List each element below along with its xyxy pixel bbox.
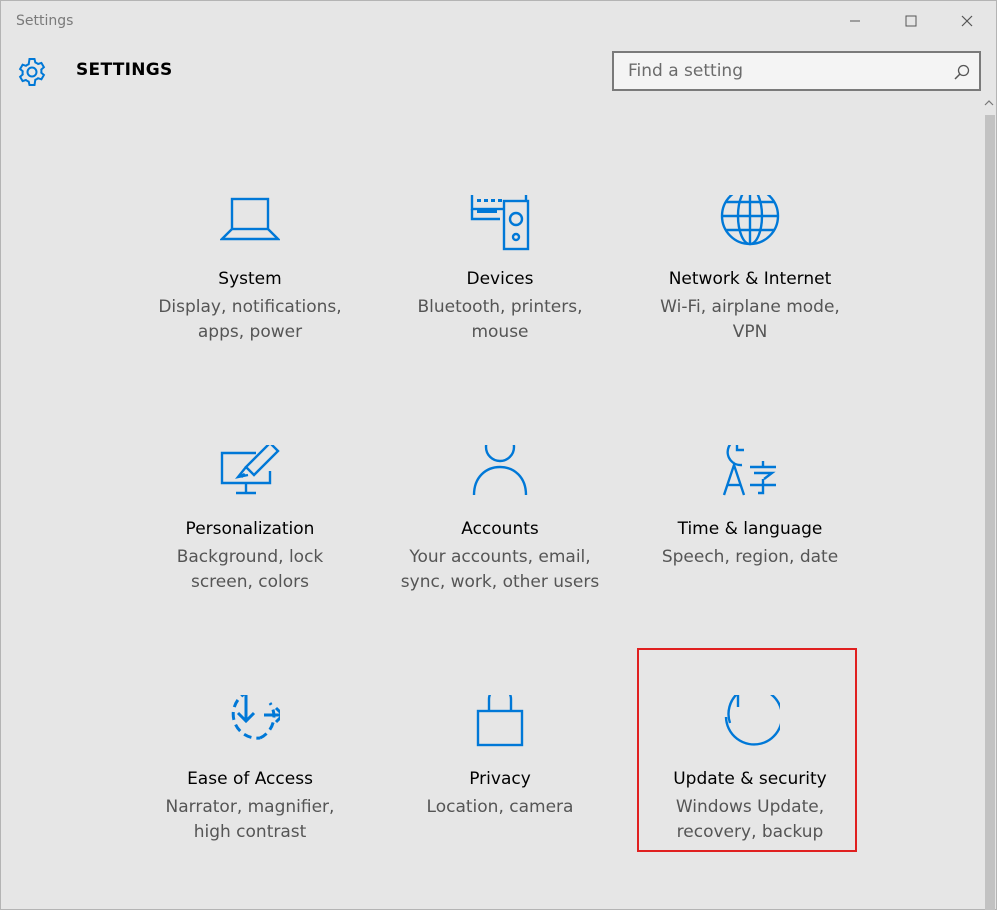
tile-label: Update & security	[673, 769, 827, 789]
refresh-icon	[724, 695, 780, 746]
minimize-button[interactable]	[827, 1, 883, 41]
tile-label: Time & language	[677, 519, 823, 539]
tile-update-security[interactable]: Update & security Windows Update, recove…	[640, 695, 860, 895]
tile-personalization[interactable]: Personalization Background, lock screen,…	[140, 445, 360, 645]
minimize-icon	[850, 20, 860, 22]
search-icon[interactable]	[953, 63, 971, 81]
tile-label: Network & Internet	[668, 269, 832, 289]
tile-label: Ease of Access	[187, 769, 313, 789]
page-title: SETTINGS	[76, 60, 173, 80]
tile-description: Windows Update, recovery, backup	[675, 797, 825, 842]
tile-description: Location, camera	[426, 797, 574, 817]
tile-label: Devices	[466, 269, 534, 289]
vertical-scrollbar[interactable]	[981, 97, 997, 910]
tile-description: Display, notifications, apps, power	[158, 297, 342, 342]
clock-language-icon	[722, 445, 776, 496]
tile-privacy[interactable]: Privacy Location, camera	[390, 695, 610, 895]
tile-time-language[interactable]: Time & language Speech, region, date	[640, 445, 860, 645]
scroll-up-icon[interactable]	[984, 99, 994, 107]
scroll-thumb[interactable]	[985, 115, 995, 910]
close-button[interactable]	[939, 1, 995, 41]
person-icon	[472, 445, 528, 496]
maximize-button[interactable]	[883, 1, 939, 41]
tile-system[interactable]: System Display, notifications, apps, pow…	[140, 195, 360, 395]
globe-icon	[720, 195, 780, 246]
tile-description: Bluetooth, printers, mouse	[417, 297, 583, 342]
search-box[interactable]	[612, 51, 981, 91]
tile-description: Speech, region, date	[661, 547, 839, 567]
gear-icon	[18, 58, 46, 86]
tile-network-internet[interactable]: Network & Internet Wi-Fi, airplane mode,…	[640, 195, 860, 395]
tile-ease-of-access[interactable]: Ease of Access Narrator, magnifier, high…	[140, 695, 360, 895]
title-bar[interactable]: Settings	[1, 1, 996, 41]
search-input[interactable]	[614, 53, 934, 89]
window-title: Settings	[16, 13, 74, 29]
tile-description: Your accounts, email, sync, work, other …	[400, 547, 600, 592]
tile-label: Privacy	[469, 769, 531, 789]
tile-description: Background, lock screen, colors	[176, 547, 324, 592]
tile-description: Wi-Fi, airplane mode, VPN	[660, 297, 840, 342]
laptop-icon	[220, 197, 280, 241]
tile-label: System	[218, 269, 282, 289]
settings-window: Settings SETTINGS Find a setting System …	[0, 0, 997, 910]
tile-label: Personalization	[185, 519, 315, 539]
tile-devices[interactable]: Devices Bluetooth, printers, mouse	[390, 195, 610, 395]
tile-accounts[interactable]: Accounts Your accounts, email, sync, wor…	[390, 445, 610, 645]
close-icon	[961, 15, 973, 27]
tile-description: Narrator, magnifier, high contrast	[165, 797, 335, 842]
maximize-icon	[905, 15, 917, 27]
keyboard-speaker-icon	[470, 195, 530, 251]
lock-icon	[476, 695, 524, 747]
tile-label: Accounts	[461, 519, 539, 539]
ease-of-access-icon	[231, 695, 280, 740]
monitor-brush-icon	[220, 445, 280, 495]
